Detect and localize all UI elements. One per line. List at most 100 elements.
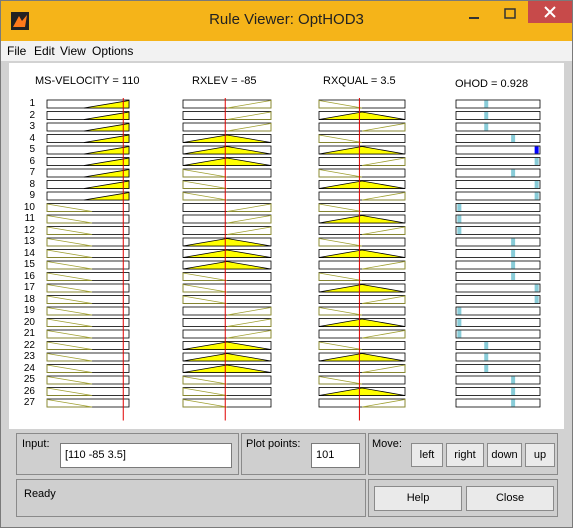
mf-box — [46, 341, 130, 350]
output-bar — [511, 250, 516, 257]
output-box — [455, 237, 541, 247]
mf-box — [318, 122, 406, 132]
menu-options[interactable]: Options — [92, 44, 133, 58]
mf-box — [182, 168, 272, 178]
mf-box — [318, 168, 406, 178]
mf-box — [46, 364, 130, 373]
output-bar — [534, 296, 539, 303]
output-bar — [534, 284, 539, 292]
mf-box — [182, 283, 272, 293]
menu-edit[interactable]: Edit — [34, 44, 55, 58]
output-bar — [457, 204, 462, 211]
output-box — [455, 157, 541, 166]
mf-box — [318, 272, 406, 281]
output-bar — [457, 227, 462, 234]
input-field[interactable]: [110 -85 3.5] — [60, 443, 232, 468]
output-bar — [484, 123, 489, 131]
output-bar — [511, 376, 516, 384]
output-box — [455, 260, 541, 270]
help-button[interactable]: Help — [374, 486, 462, 511]
plot-points-label: Plot points: — [246, 438, 301, 450]
output-box — [455, 375, 541, 385]
mf-box — [182, 295, 272, 304]
output-box — [455, 180, 541, 189]
output-box — [455, 214, 541, 224]
mf-box — [46, 203, 130, 212]
move-panel: Move: left right down up — [368, 433, 558, 475]
output-bar — [457, 215, 462, 223]
rule-plot — [46, 98, 541, 421]
output-bar — [457, 307, 462, 315]
rule-viewer-window: Rule Viewer: OptHOD3 File Edit View Opti… — [0, 0, 573, 528]
move-left-button[interactable]: left — [411, 443, 443, 467]
output-bar — [511, 238, 516, 246]
output-bar — [457, 319, 462, 326]
mf-box — [318, 203, 406, 212]
mf-box — [318, 237, 406, 247]
output-box — [455, 99, 541, 109]
mf-box — [182, 387, 272, 396]
mf-box — [318, 157, 406, 166]
output-bar — [484, 353, 489, 361]
close-window-button[interactable] — [528, 1, 572, 23]
output-box — [455, 203, 541, 212]
status-panel: Ready — [16, 479, 366, 517]
output-bar — [534, 146, 539, 154]
mf-box — [46, 387, 130, 396]
output-box — [455, 168, 541, 178]
output-bar — [457, 330, 462, 338]
mf-box — [46, 398, 130, 408]
output-bar — [511, 388, 516, 395]
close-icon — [544, 6, 556, 18]
mf-box — [182, 375, 272, 385]
output-box — [455, 249, 541, 258]
mf-box — [46, 329, 130, 339]
output-bar — [534, 192, 539, 200]
minimize-button[interactable] — [456, 1, 492, 31]
menu-file[interactable]: File — [7, 44, 26, 58]
maximize-button[interactable] — [492, 1, 528, 31]
output-bar — [534, 158, 539, 165]
rule-plot-area[interactable]: MS-VELOCITY = 110 RXLEV = -85 RXQUAL = 3… — [9, 63, 564, 429]
move-up-button[interactable]: up — [525, 443, 555, 467]
status-text: Ready — [24, 488, 56, 500]
output-bar — [484, 112, 489, 119]
mf-box — [46, 295, 130, 304]
title-bar[interactable]: Rule Viewer: OptHOD3 — [1, 1, 572, 41]
mf-box — [46, 306, 130, 316]
move-label: Move: — [372, 438, 402, 450]
output-box — [455, 329, 541, 339]
mf-box — [318, 191, 406, 201]
mf-box — [182, 203, 272, 212]
mf-box — [318, 306, 406, 316]
output-box — [455, 145, 541, 155]
move-down-button[interactable]: down — [487, 443, 522, 467]
mf-box — [318, 329, 406, 339]
mf-box — [46, 226, 130, 235]
output-bar — [484, 365, 489, 372]
mf-box — [318, 99, 406, 109]
plot-points-panel: Plot points: 101 — [241, 433, 366, 475]
move-right-button[interactable]: right — [446, 443, 484, 467]
mf-box — [182, 111, 272, 120]
output-bar — [511, 135, 516, 142]
mf-box — [182, 318, 272, 327]
close-button[interactable]: Close — [466, 486, 554, 511]
output-box — [455, 352, 541, 362]
mf-box — [182, 306, 272, 316]
output-box — [455, 134, 541, 143]
mf-box — [318, 295, 406, 304]
output-box — [455, 283, 541, 293]
menu-view[interactable]: View — [60, 44, 86, 58]
plot-points-field[interactable]: 101 — [311, 443, 360, 468]
output-box — [455, 387, 541, 396]
output-box — [455, 111, 541, 120]
mf-box — [46, 283, 130, 293]
output-box — [455, 191, 541, 201]
output-bar — [511, 169, 516, 177]
output-box — [455, 318, 541, 327]
mf-box — [318, 226, 406, 235]
output-box — [455, 306, 541, 316]
output-box — [455, 398, 541, 408]
output-bar — [511, 273, 516, 280]
